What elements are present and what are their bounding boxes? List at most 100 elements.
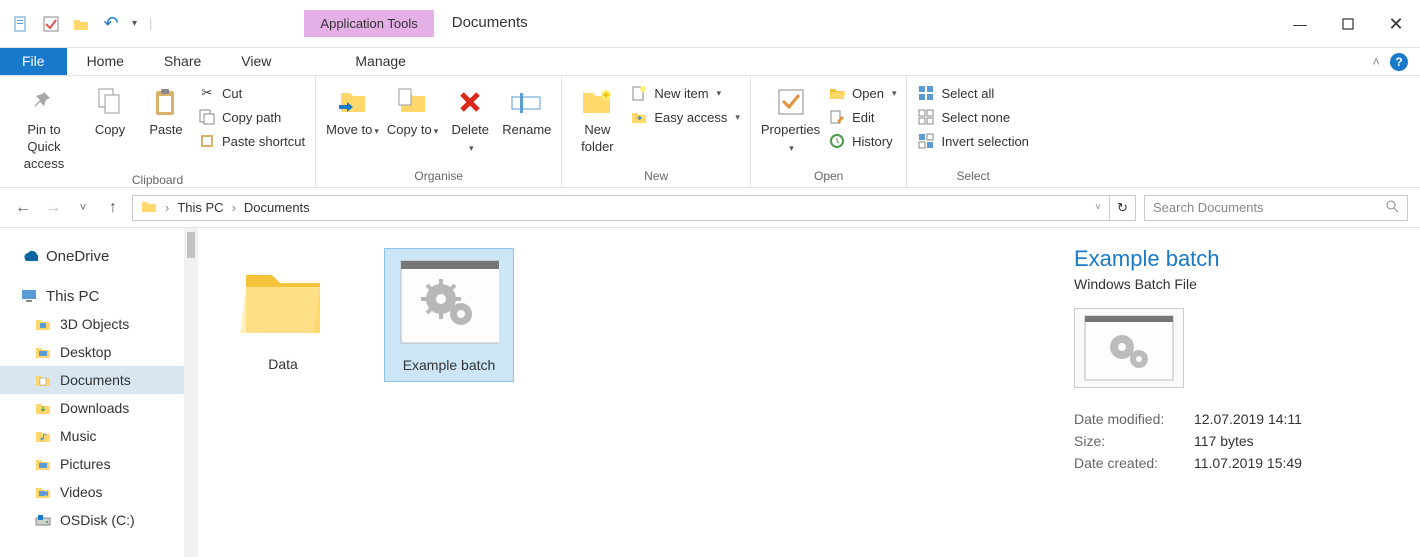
nav-osdisk[interactable]: OSDisk (C:) bbox=[0, 506, 198, 534]
edit-button[interactable]: Edit bbox=[828, 108, 896, 126]
address-bar[interactable]: › This PC › Documents ˅ bbox=[132, 195, 1110, 221]
details-thumbnail bbox=[1074, 308, 1184, 388]
nav-desktop[interactable]: Desktop bbox=[0, 338, 198, 366]
file-label: Example batch bbox=[403, 357, 496, 373]
nav-onedrive[interactable]: OneDrive bbox=[0, 242, 198, 270]
select-none-button[interactable]: Select none bbox=[917, 108, 1028, 126]
tab-view[interactable]: View bbox=[221, 48, 291, 75]
group-label-open: Open bbox=[761, 169, 897, 185]
copy-button[interactable]: Copy bbox=[86, 82, 134, 139]
detail-row: Date modified:12.07.2019 14:11 bbox=[1074, 408, 1312, 430]
details-properties: Date modified:12.07.2019 14:11 Size:117 … bbox=[1074, 408, 1312, 474]
search-icon bbox=[1385, 199, 1399, 216]
nav-3d-objects[interactable]: 3D Objects bbox=[0, 310, 198, 338]
properties-button[interactable]: Properties▾ bbox=[761, 82, 820, 156]
properties-checkbox-icon[interactable] bbox=[42, 15, 60, 33]
detail-row: Size:117 bytes bbox=[1074, 430, 1312, 452]
document-icon[interactable] bbox=[12, 15, 30, 33]
delete-button[interactable]: Delete▾ bbox=[446, 82, 494, 156]
new-item-button[interactable]: New item▾ bbox=[630, 84, 740, 102]
group-label-organise: Organise bbox=[326, 169, 551, 185]
file-item-data[interactable]: Data bbox=[218, 248, 348, 380]
rename-label: Rename bbox=[502, 122, 551, 139]
nav-scrollbar[interactable] bbox=[184, 228, 198, 557]
nav-downloads[interactable]: Downloads bbox=[0, 394, 198, 422]
qat-separator: | bbox=[149, 16, 152, 31]
copy-to-button[interactable]: Copy to▾ bbox=[387, 82, 438, 139]
move-to-button[interactable]: Move to▾ bbox=[326, 82, 379, 139]
nav-this-pc[interactable]: This PC bbox=[0, 282, 198, 310]
recent-locations-button[interactable]: ˅ bbox=[72, 202, 94, 214]
open-icon bbox=[828, 84, 846, 102]
breadcrumb-documents[interactable]: Documents bbox=[244, 200, 310, 215]
rename-icon bbox=[509, 84, 545, 120]
qat-dropdown-icon[interactable]: ▾ bbox=[132, 18, 137, 29]
copy-to-label: Copy to▾ bbox=[387, 122, 438, 139]
collapse-ribbon-icon[interactable]: ˄ bbox=[1372, 54, 1380, 69]
nav-documents[interactable]: Documents bbox=[0, 366, 198, 394]
minimize-button[interactable]: — bbox=[1276, 0, 1324, 48]
easy-access-icon bbox=[630, 108, 648, 126]
tab-share[interactable]: Share bbox=[144, 48, 221, 75]
folder-icon bbox=[34, 427, 52, 445]
details-name: Example batch bbox=[1074, 246, 1396, 272]
undo-icon[interactable]: ↶ bbox=[102, 15, 120, 33]
breadcrumb-sep-icon[interactable]: › bbox=[165, 200, 169, 215]
cut-icon: ✂ bbox=[198, 84, 216, 102]
help-icon[interactable]: ? bbox=[1390, 53, 1408, 71]
search-box[interactable]: Search Documents bbox=[1144, 195, 1408, 221]
breadcrumb-sep-icon[interactable]: › bbox=[232, 200, 236, 215]
details-pane: Example batch Windows Batch File Date mo… bbox=[1050, 228, 1420, 557]
file-list-area[interactable]: Data Example batch bbox=[198, 228, 1050, 557]
group-label-new: New bbox=[572, 169, 740, 185]
group-label-clipboard: Clipboard bbox=[10, 173, 305, 189]
tab-file[interactable]: File bbox=[0, 48, 67, 75]
ribbon-group-clipboard: Pin to Quick access Copy Paste ✂Cut Copy… bbox=[0, 76, 316, 187]
explorer-body: OneDrive This PC 3D Objects Desktop Docu… bbox=[0, 228, 1420, 557]
properties-label: Properties▾ bbox=[761, 122, 820, 156]
copy-path-button[interactable]: Copy path bbox=[198, 108, 305, 126]
cut-button[interactable]: ✂Cut bbox=[198, 84, 305, 102]
navigation-pane: OneDrive This PC 3D Objects Desktop Docu… bbox=[0, 228, 198, 557]
batch-file-icon bbox=[399, 257, 499, 347]
file-item-example-batch[interactable]: Example batch bbox=[384, 248, 514, 382]
maximize-button[interactable] bbox=[1324, 0, 1372, 48]
forward-button[interactable]: → bbox=[42, 199, 64, 217]
folder-icon bbox=[34, 343, 52, 361]
rename-button[interactable]: Rename bbox=[502, 82, 551, 139]
new-folder-button[interactable]: New folder bbox=[572, 82, 622, 156]
breadcrumb-this-pc[interactable]: This PC bbox=[177, 200, 223, 215]
pin-quick-access-button[interactable]: Pin to Quick access bbox=[10, 82, 78, 173]
tab-manage[interactable]: Manage bbox=[335, 48, 426, 75]
address-folder-icon bbox=[141, 199, 157, 216]
delete-label: Delete▾ bbox=[451, 122, 489, 156]
up-button[interactable]: ↑ bbox=[102, 199, 124, 217]
folder-icon[interactable] bbox=[72, 15, 90, 33]
back-button[interactable]: ← bbox=[12, 199, 34, 217]
folder-large-icon bbox=[233, 256, 333, 346]
edit-icon bbox=[828, 108, 846, 126]
folder-icon bbox=[34, 455, 52, 473]
contextual-tab-application-tools[interactable]: Application Tools bbox=[304, 10, 433, 37]
pin-icon bbox=[26, 84, 62, 120]
select-all-button[interactable]: Select all bbox=[917, 84, 1028, 102]
close-button[interactable]: ✕ bbox=[1372, 0, 1420, 48]
address-dropdown-icon[interactable]: ˅ bbox=[1095, 202, 1101, 213]
open-button[interactable]: Open▾ bbox=[828, 84, 896, 102]
nav-music[interactable]: Music bbox=[0, 422, 198, 450]
group-label-select: Select bbox=[917, 169, 1028, 185]
refresh-button[interactable]: ↻ bbox=[1110, 195, 1136, 221]
nav-pictures[interactable]: Pictures bbox=[0, 450, 198, 478]
nav-videos[interactable]: Videos bbox=[0, 478, 198, 506]
paste-label: Paste bbox=[149, 122, 182, 139]
paste-shortcut-button[interactable]: Paste shortcut bbox=[198, 132, 305, 150]
paste-button[interactable]: Paste bbox=[142, 82, 190, 139]
address-bar-row: ← → ˅ ↑ › This PC › Documents ˅ ↻ Search… bbox=[0, 188, 1420, 228]
tab-home[interactable]: Home bbox=[67, 48, 144, 75]
ribbon-tabs: File Home Share View Manage ˄ ? bbox=[0, 48, 1420, 76]
easy-access-button[interactable]: Easy access▾ bbox=[630, 108, 740, 126]
ribbon: Pin to Quick access Copy Paste ✂Cut Copy… bbox=[0, 76, 1420, 188]
select-none-icon bbox=[917, 108, 935, 126]
invert-selection-button[interactable]: Invert selection bbox=[917, 132, 1028, 150]
history-button[interactable]: History bbox=[828, 132, 896, 150]
